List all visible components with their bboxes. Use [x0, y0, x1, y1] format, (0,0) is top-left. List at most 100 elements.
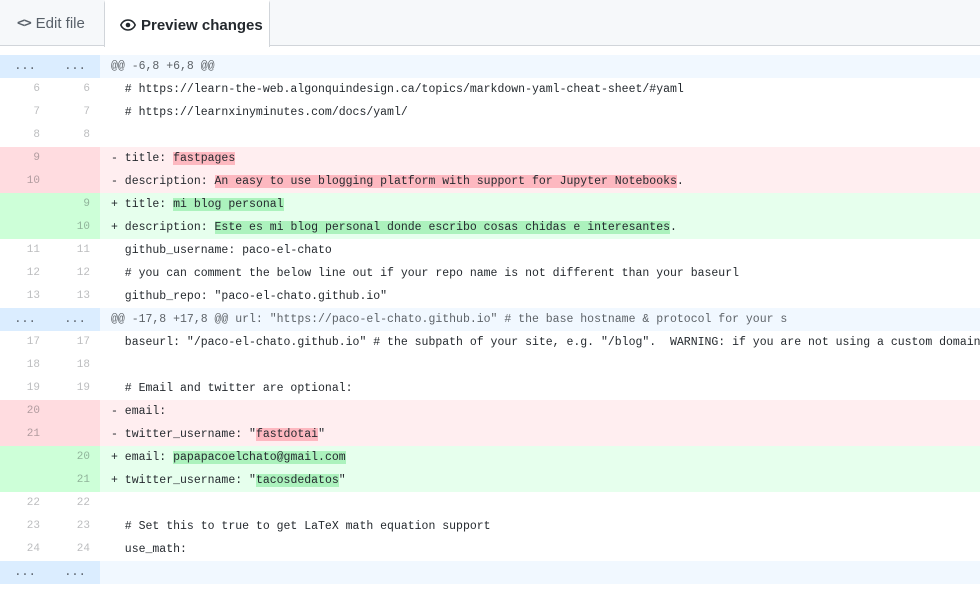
code-line: github_username: paco-el-chato [111, 244, 332, 257]
old-line-number: 12 [0, 262, 50, 285]
editor-tabs: <> Edit file Preview changes [0, 0, 980, 47]
code-text: - title: [111, 152, 174, 165]
tab-preview-changes[interactable]: Preview changes [104, 0, 270, 47]
code-line: # you can comment the below line out if … [111, 267, 740, 280]
new-line-number: 7 [50, 101, 100, 124]
old-line-number: ... [0, 561, 50, 584]
code-line: - email: [100, 400, 980, 423]
added-word-highlight: tacosdedatos [255, 474, 339, 487]
code-line: # https://learn-the-web.algonquindesign.… [111, 83, 684, 96]
old-line-number [0, 216, 50, 239]
new-line-number: ... [50, 308, 100, 331]
old-line-number [0, 446, 50, 469]
old-line-number: 23 [0, 515, 50, 538]
removed-word-highlight: fastpages [173, 152, 236, 165]
diff-line-row: 13 13 github_repo: "paco-el-chato.github.… [0, 285, 980, 308]
code-text: + twitter_username: " [111, 474, 256, 487]
new-line-number: 24 [50, 538, 100, 561]
diff-line-row: 17 17 baseurl: "/paco-el-chato.github.io"… [0, 331, 980, 354]
old-line-number: 21 [0, 423, 50, 446]
code-line: - twitter_username: "fastdotai" [100, 423, 980, 446]
code-line: - description: An easy to use blogging p… [100, 170, 980, 193]
new-line-number: 20 [50, 446, 100, 469]
tab-preview-changes-label: Preview changes [141, 16, 263, 34]
new-line-number: 12 [50, 262, 100, 285]
diff-line-row: 10 - description: An easy to use blogging… [0, 170, 980, 193]
hunk-header-row: ...... @@ -17,8 +17,8 @@ url: "https://pa… [0, 308, 980, 331]
code-text: + email: [111, 451, 174, 464]
diff-line-row: 22 22 [0, 492, 980, 515]
new-line-number [50, 170, 100, 193]
removed-word-highlight: An easy to use blogging platform with su… [214, 175, 677, 188]
code-text: + description: [111, 221, 215, 234]
new-line-number: 6 [50, 78, 100, 101]
code-text: - description: [111, 175, 215, 188]
old-line-number: 9 [0, 147, 50, 170]
new-line-number: 19 [50, 377, 100, 400]
diff-line-row: 24 24 use_math: [0, 538, 980, 561]
old-line-number: 18 [0, 354, 50, 377]
new-line-number: ... [50, 55, 100, 78]
new-line-number: 8 [50, 124, 100, 147]
old-line-number: 11 [0, 239, 50, 262]
diff-line-row: 23 23 # Set this to true to get LaTeX mat… [0, 515, 980, 538]
added-word-highlight: mi blog personal [173, 198, 284, 211]
new-line-number: 23 [50, 515, 100, 538]
code-text: - twitter_username: " [111, 428, 256, 441]
old-line-number: 10 [0, 170, 50, 193]
code-text: . [670, 221, 677, 234]
code-text: " [338, 474, 346, 487]
diff-line-row: 9 - title: fastpages [0, 147, 980, 170]
old-line-number: 6 [0, 78, 50, 101]
diff-line-row: 66 # https://learn-the-web.algonquindesi… [0, 78, 980, 101]
new-line-number: 18 [50, 354, 100, 377]
diff-line-row: 20 + email: papapacoelchato@gmail.com [0, 446, 980, 469]
code-text: . [676, 175, 684, 188]
code-line: + twitter_username: "tacosdedatos" [100, 469, 980, 492]
diff-line-row: 77 # https://learnxinyminutes.com/docs/y… [0, 101, 980, 124]
diff-line-row: 9 + title: mi blog personal [0, 193, 980, 216]
new-line-number: 21 [50, 469, 100, 492]
new-line-number [50, 400, 100, 423]
hunk-header-row: ...... [0, 561, 980, 584]
code-text: - email: [111, 405, 167, 418]
old-line-number: 7 [0, 101, 50, 124]
old-line-number [0, 193, 50, 216]
code-line: - title: fastpages [100, 147, 980, 170]
new-line-number: 22 [50, 492, 100, 515]
tab-edit-file[interactable]: <> Edit file [0, 0, 104, 46]
code-line: github_repo: "paco-el-chato.github.io" [111, 290, 388, 303]
new-line-number: ... [50, 561, 100, 584]
diff-line-row: 21 + twitter_username: "tacosdedatos" [0, 469, 980, 492]
code-line: @@ -6,8 +6,8 @@ [100, 55, 980, 78]
diff-line-row: 12 12 # you can comment the below line ou… [0, 262, 980, 285]
new-line-number: 11 [50, 239, 100, 262]
diff-line-row: 18 18 [0, 354, 980, 377]
old-line-number: 20 [0, 400, 50, 423]
old-line-number: 24 [0, 538, 50, 561]
new-line-number: 13 [50, 285, 100, 308]
diff-line-row: 21 - twitter_username: "fastdotai" [0, 423, 980, 446]
code-line: # https://learnxinyminutes.com/docs/yaml… [111, 106, 408, 119]
new-line-number: 9 [50, 193, 100, 216]
hunk-header-row: ...... @@ -6,8 +6,8 @@ [0, 55, 980, 78]
diff-line-row: 20 - email: [0, 400, 980, 423]
diff-line-row: 11 11 github_username: paco-el-chato [0, 239, 980, 262]
code-line: + description: Este es mi blog personal … [100, 216, 980, 239]
code-line [100, 561, 980, 584]
code-text: + title: [111, 198, 174, 211]
old-line-number: ... [0, 55, 50, 78]
code-line: + email: papapacoelchato@gmail.com [100, 446, 980, 469]
added-word-highlight: papapacoelchato@gmail.com [173, 451, 346, 464]
code-line: @@ -17,8 +17,8 @@ url: "https://paco-el-… [100, 308, 980, 331]
old-line-number: ... [0, 308, 50, 331]
code-text: " [318, 428, 325, 441]
old-line-number: 17 [0, 331, 50, 354]
code-line: # Email and twitter are optional: [111, 382, 353, 395]
code-line: + title: mi blog personal [100, 193, 980, 216]
new-line-number [50, 147, 100, 170]
added-word-highlight: Este es mi blog personal donde escribo c… [214, 221, 671, 234]
